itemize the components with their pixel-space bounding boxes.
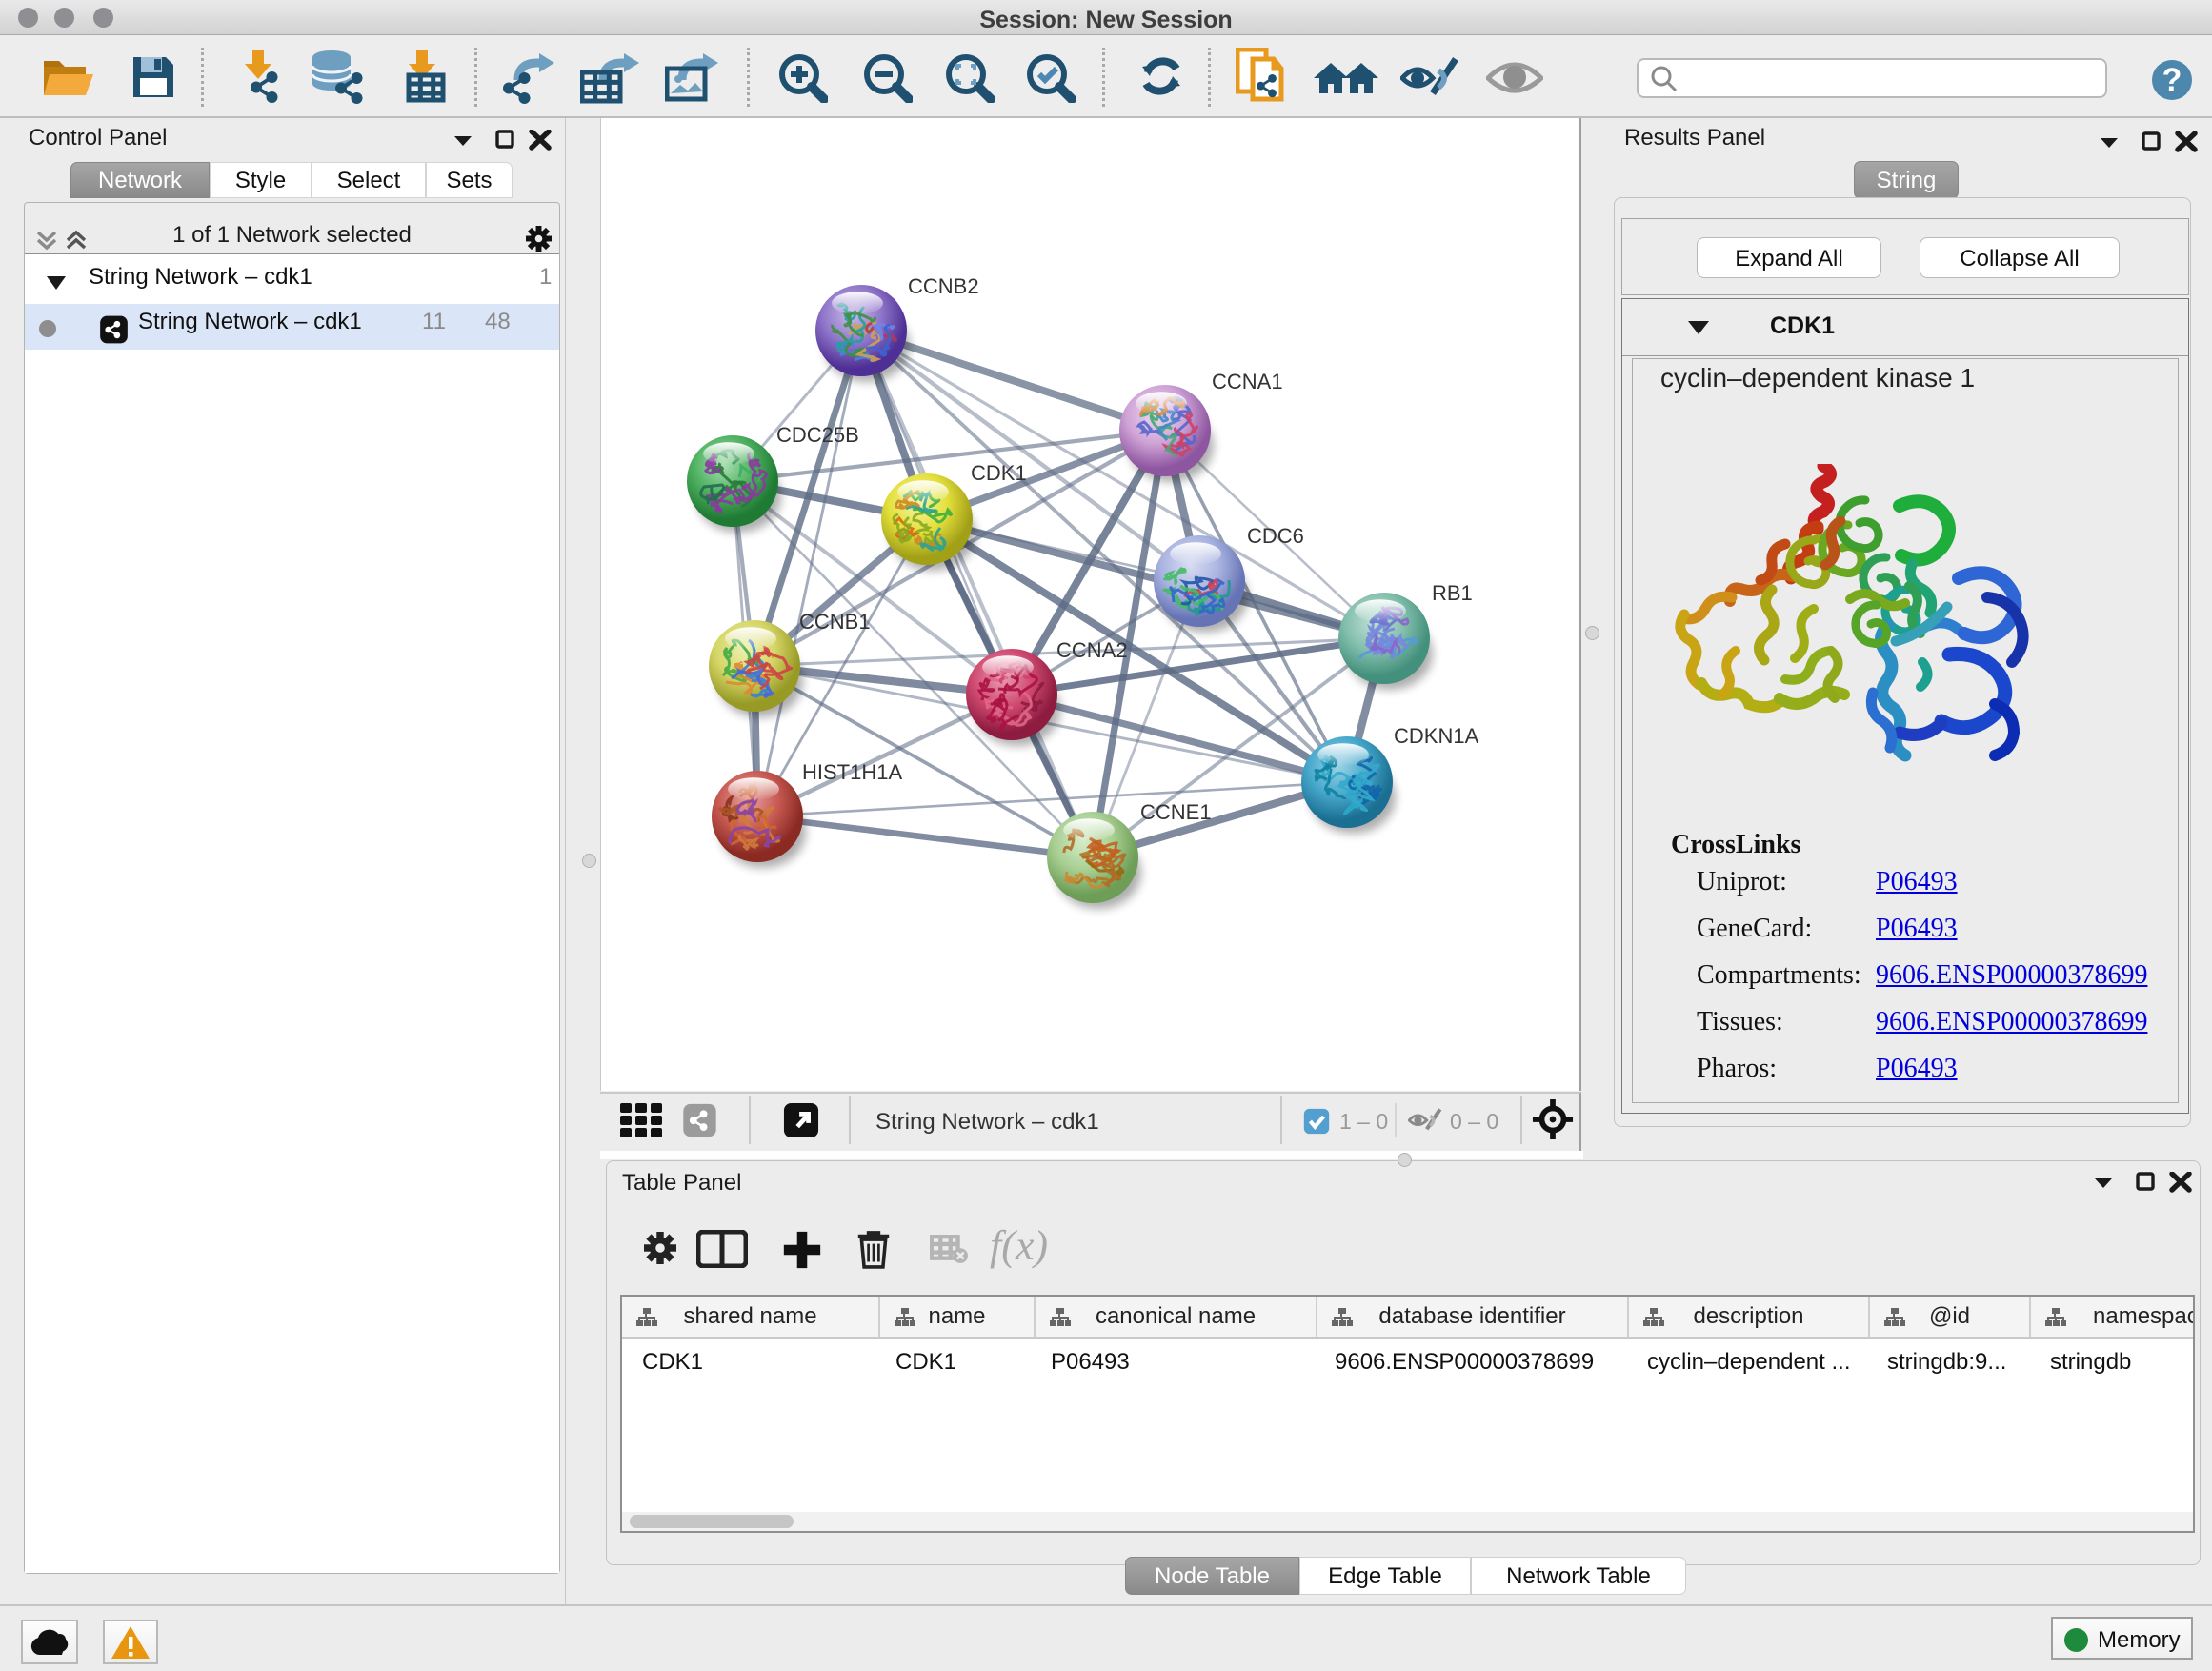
svg-text:CDKN1A: CDKN1A	[1394, 724, 1479, 748]
svg-text:CCNB2: CCNB2	[908, 274, 979, 298]
svg-text:CCNE1: CCNE1	[1140, 800, 1212, 824]
svg-text:HIST1H1A: HIST1H1A	[802, 760, 902, 784]
svg-text:CCNA1: CCNA1	[1212, 370, 1283, 393]
svg-text:CDK1: CDK1	[971, 461, 1027, 485]
svg-text:CDC6: CDC6	[1247, 524, 1304, 548]
svg-text:CCNB1: CCNB1	[799, 610, 871, 634]
svg-text:CCNA2: CCNA2	[1056, 638, 1128, 662]
svg-text:RB1: RB1	[1432, 581, 1473, 605]
svg-text:CDC25B: CDC25B	[776, 423, 859, 447]
